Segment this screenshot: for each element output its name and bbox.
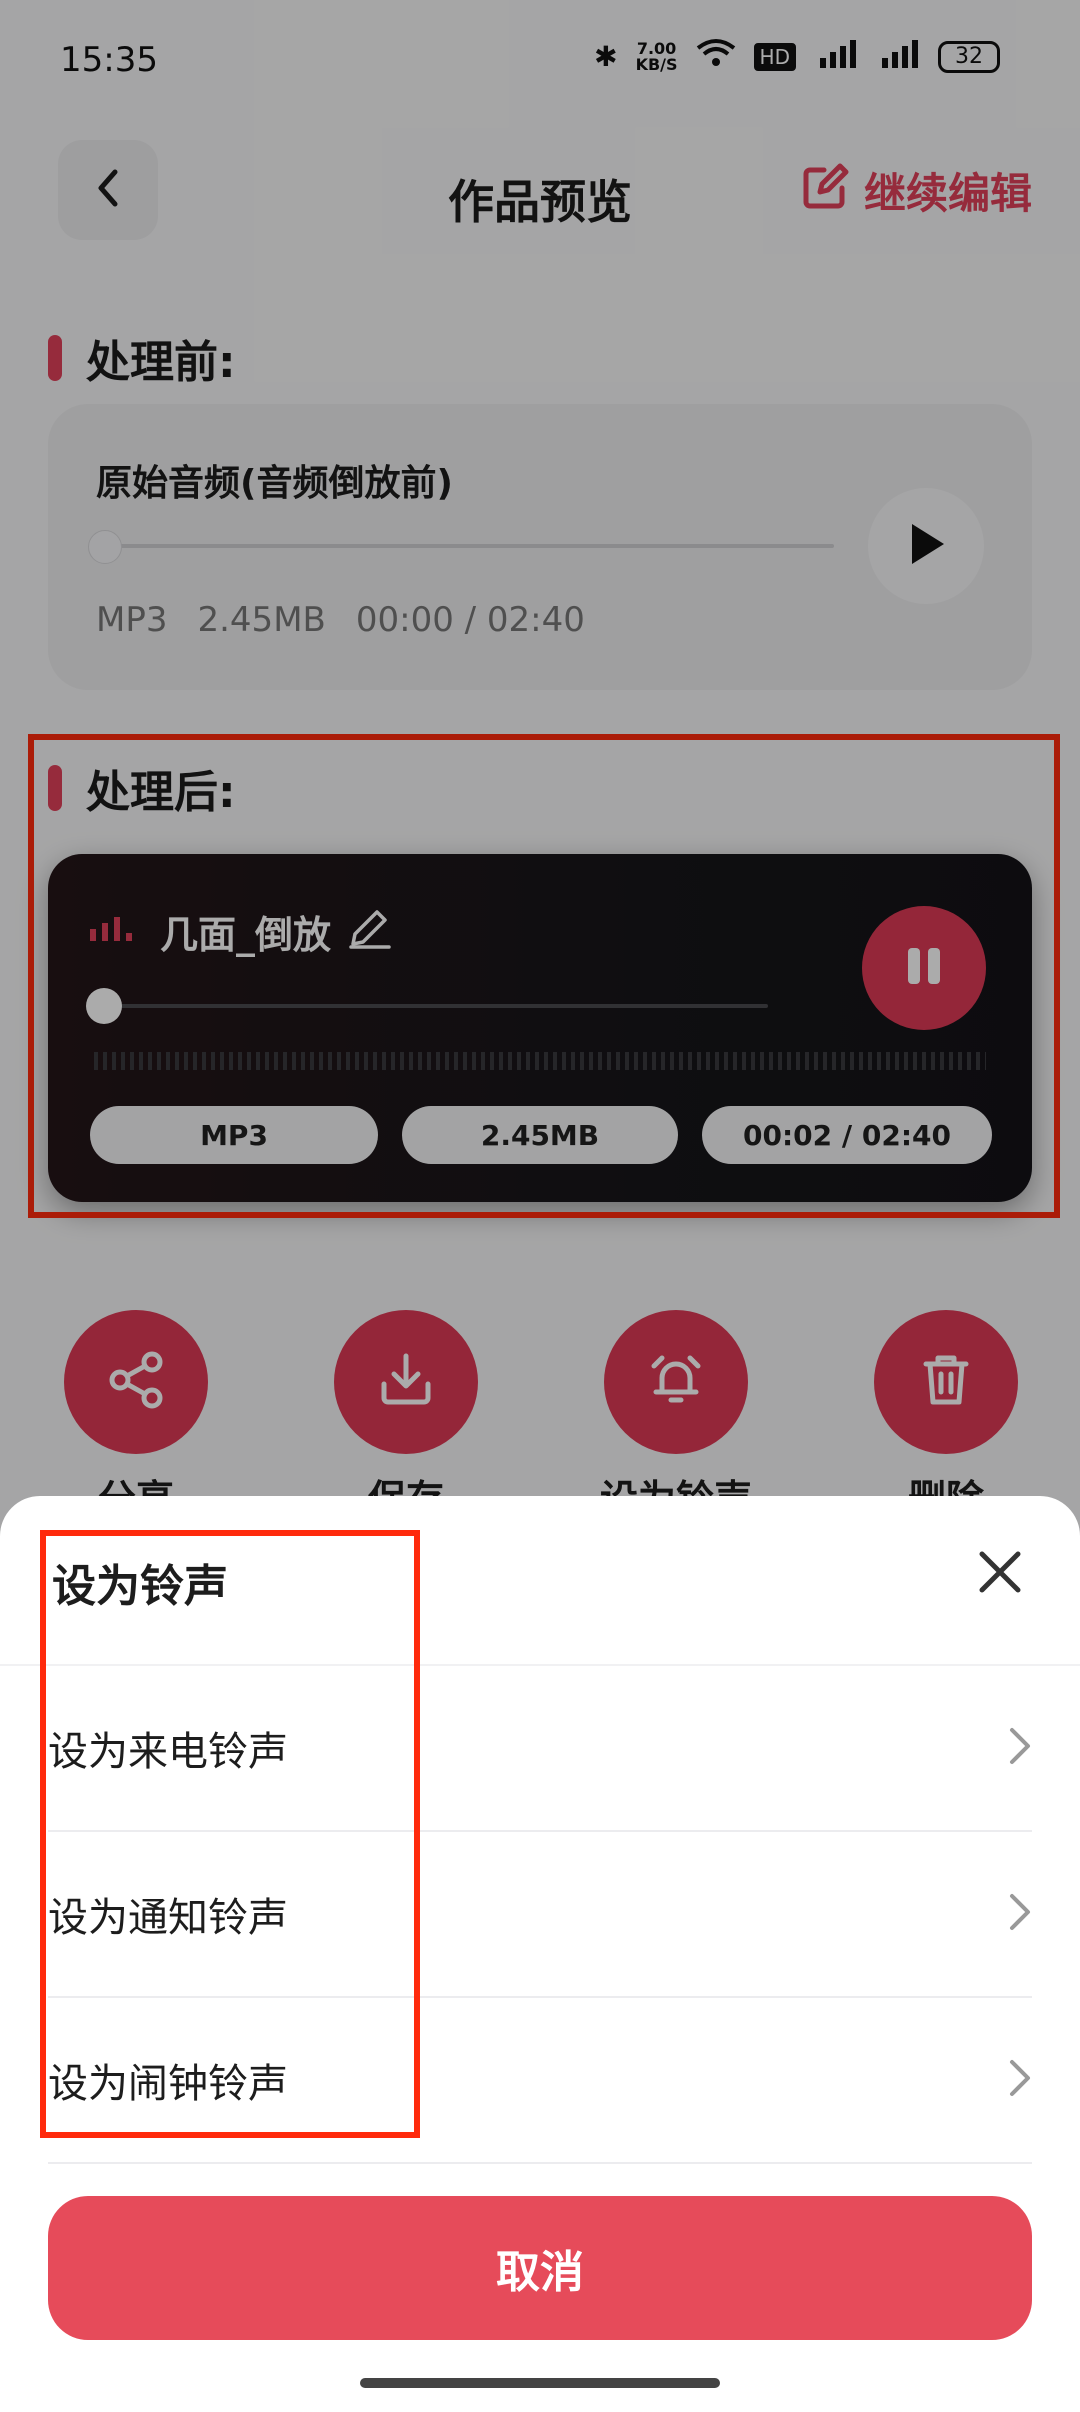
close-icon [976, 1548, 1024, 1600]
chevron-right-icon [1008, 1892, 1032, 1936]
close-button[interactable] [970, 1544, 1030, 1604]
highlight-box-options [40, 1530, 420, 2138]
cancel-button[interactable]: 取消 [48, 2196, 1032, 2340]
home-indicator[interactable] [360, 2378, 720, 2388]
chevron-right-icon [1008, 1726, 1032, 1770]
chevron-right-icon [1008, 2058, 1032, 2102]
ringtone-bottom-sheet: 设为铃声 设为来电铃声 设为通知铃声 设为闹钟铃声 取消 [0, 1496, 1080, 2412]
